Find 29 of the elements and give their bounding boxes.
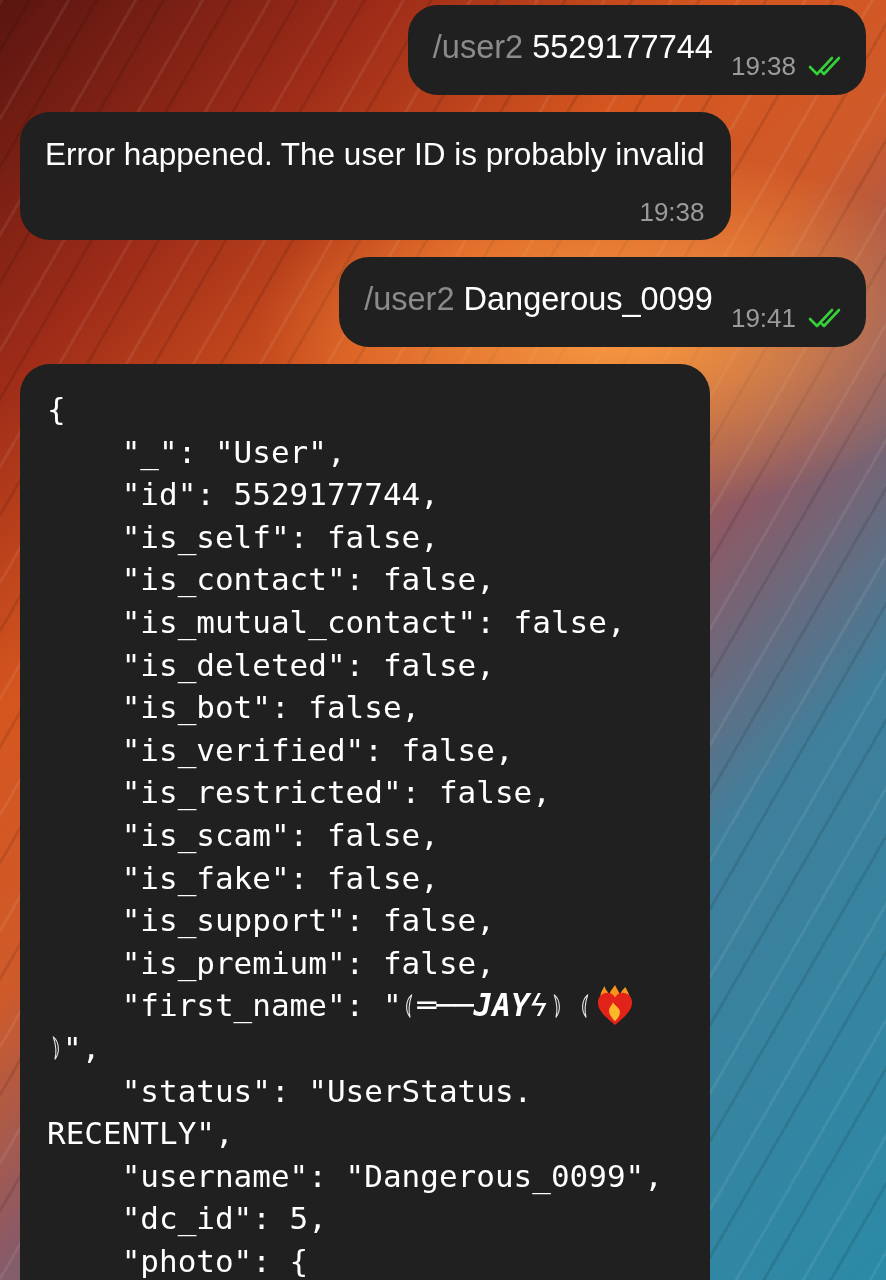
timestamp: 19:38 — [730, 51, 796, 81]
message-text: /user2 Dangerous_0099 — [364, 280, 713, 318]
code-line: RECENTLY", — [47, 1114, 234, 1154]
code-line: "is_fake": false, — [121, 858, 439, 899]
code-line: "first_name": " — [121, 986, 402, 1026]
code-line: "is_premium": false, — [121, 943, 495, 984]
code-line: "is_scam": false, — [121, 815, 439, 856]
code-line: { — [47, 390, 66, 429]
code-line: ", — [63, 1028, 101, 1068]
message-text: Error happened. The user ID is probably invalid — [45, 135, 705, 173]
code-line: "username": "Dangerous_0099", — [121, 1156, 663, 1197]
fire-heart-icon — [596, 984, 635, 1027]
message-text: /user2 5529177744 — [432, 28, 713, 66]
timestamp: 19:38 — [639, 197, 705, 227]
code-line: "is_restricted": false, — [121, 773, 551, 813]
code-text: ═──JAYϟ — [417, 986, 549, 1026]
code-line: "is_self": false, — [121, 517, 439, 558]
code-line: "is_bot": false, — [121, 688, 421, 728]
timestamp: 19:41 — [730, 303, 796, 333]
code-line: "is_contact": false, — [121, 560, 495, 600]
code-line: "photo": { — [121, 1241, 309, 1280]
code-line: "is_support": false, — [121, 901, 495, 941]
code-line: "status": "UserStatus. — [121, 1071, 533, 1111]
code-line: "is_mutual_contact": false, — [121, 602, 626, 643]
code-line: "is_verified": false, — [121, 730, 514, 771]
code-line: "dc_id": 5, — [121, 1199, 327, 1239]
code-line: "id": 5529177744, — [121, 475, 439, 515]
code-line: "is_deleted": false, — [121, 645, 495, 686]
code-line: "_": "User", — [121, 432, 346, 473]
